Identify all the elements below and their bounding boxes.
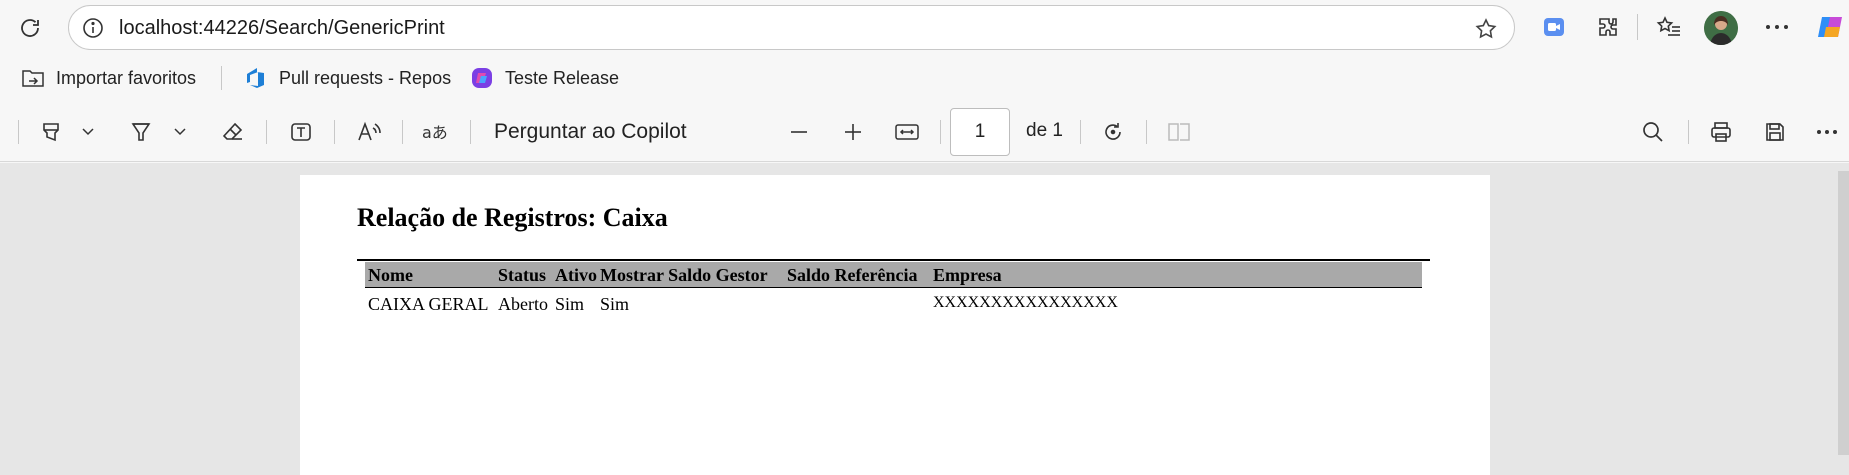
site-info-icon[interactable] [81,16,105,40]
toolbar-divider [1637,14,1638,40]
table-header: Nome Status Ativo Mostrar Saldo Gestor S… [365,262,1422,288]
toolbar-divider [940,120,941,144]
toolbar-divider [18,120,19,144]
table-row: CAIXA GERAL Aberto Sim Sim XXXXXXXXXXXXX… [365,291,1422,317]
fit-to-width-icon[interactable] [892,118,922,146]
chevron-down-icon[interactable] [172,124,188,140]
star-icon[interactable] [1473,16,1499,42]
ask-copilot-button[interactable]: Perguntar ao Copilot [494,120,687,144]
table-cell: CAIXA GERAL [368,294,489,314]
favorite-import-label: Importar favoritos [56,67,197,88]
azure-devops-icon [243,65,269,91]
page-number-input[interactable]: 1 [950,108,1010,156]
eraser-icon[interactable] [218,118,248,146]
chevron-down-icon[interactable] [80,124,96,140]
zoom-in-icon[interactable] [838,118,868,146]
favorites-divider [221,66,222,90]
address-bar[interactable]: localhost:44226/Search/GenericPrint [68,5,1515,50]
table-cell: Sim [555,294,585,314]
column-header: Mostrar Saldo Gestor [600,265,768,285]
video-extension-icon[interactable] [1540,13,1568,41]
extensions-icon[interactable] [1594,13,1622,41]
print-icon[interactable] [1706,118,1736,146]
import-favorites-icon [20,65,46,91]
more-options-icon[interactable] [1762,13,1792,41]
translate-icon[interactable]: aあ [420,118,452,146]
refresh-icon[interactable] [14,12,46,44]
favorites-bar: Importar favoritos Pull requests - Repos… [0,56,1849,100]
page-view-icon [1164,118,1194,146]
svg-text:aあ: aあ [422,123,448,142]
url-text[interactable]: localhost:44226/Search/GenericPrint [119,17,445,40]
toolbar-divider [1146,120,1147,144]
highlight-icon[interactable] [36,118,66,146]
column-header: Ativo [555,265,597,285]
copilot-icon[interactable] [1816,12,1849,42]
table-cell: Sim [600,294,630,314]
table-cell: XXXXXXXXXXXXXXXX [933,294,1118,311]
rotate-icon[interactable] [1098,118,1128,146]
toolbar-divider [1080,120,1081,144]
favorite-import[interactable]: Importar favoritos [20,56,196,100]
search-icon[interactable] [1638,118,1668,146]
column-header: Status [498,265,547,285]
text-box-icon[interactable] [286,118,316,146]
draw-icon[interactable] [126,118,156,146]
copilot-app-icon [469,65,495,91]
pdf-toolbar: aあ Perguntar ao Copilot 1 de 1 [0,102,1849,162]
toolbar-divider [470,120,471,144]
pdf-page: Relação de Registros: Caixa Nome Status … [300,175,1490,475]
more-tools-icon[interactable] [1812,118,1842,146]
column-header: Saldo Referência [787,265,918,285]
favorites-icon[interactable] [1654,13,1684,41]
table-cell: Aberto [498,294,548,314]
toolbar-divider [334,120,335,144]
title-rule [357,259,1430,261]
page-count: de 1 [1026,120,1063,141]
favorite-teste-release[interactable]: Teste Release [469,56,619,100]
toolbar-divider [402,120,403,144]
favorite-teste-release-label: Teste Release [505,67,620,88]
read-aloud-icon[interactable] [354,118,384,146]
save-icon[interactable] [1760,118,1790,146]
profile-avatar[interactable] [1704,11,1738,45]
address-row: localhost:44226/Search/GenericPrint [0,0,1849,54]
toolbar-divider [1688,120,1689,144]
favorite-pull-requests-label: Pull requests - Repos [279,67,452,88]
zoom-out-icon[interactable] [784,118,814,146]
column-header: Nome [368,265,413,285]
browser-chrome: localhost:44226/Search/GenericPrint Impo… [0,0,1849,163]
pdf-viewer[interactable]: Relação de Registros: Caixa Nome Status … [0,163,1849,475]
scrollbar[interactable] [1838,171,1849,455]
column-header: Empresa [933,265,1002,285]
document-title: Relação de Registros: Caixa [357,203,668,232]
favorite-pull-requests[interactable]: Pull requests - Repos [243,56,451,100]
toolbar-divider [266,120,267,144]
